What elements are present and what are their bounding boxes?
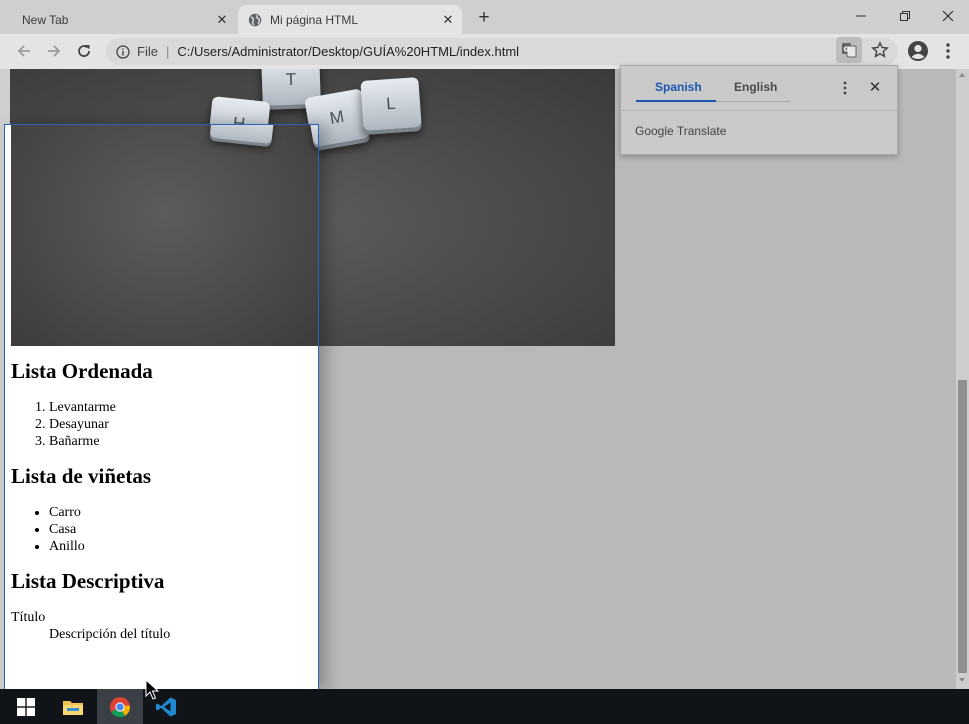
restore-button[interactable] [894, 5, 916, 27]
translate-page-button[interactable]: G [836, 37, 862, 63]
list-item: Desayunar [49, 416, 311, 433]
description-term: Título [11, 610, 46, 625]
browser-toolbar: File | C:/Users/Administrator/Desktop/GU… [0, 34, 969, 69]
mouse-cursor-icon [145, 679, 159, 700]
minimize-button[interactable] [850, 5, 872, 27]
scroll-up-arrow-icon[interactable] [959, 73, 965, 77]
translate-popup: Spanish English ✕ Google Translate [620, 65, 898, 155]
account-icon[interactable] [907, 40, 929, 62]
bullet-list-heading: Lista de viñetas [11, 464, 152, 488]
more-vert-icon[interactable] [941, 42, 955, 60]
close-icon [942, 10, 954, 22]
info-icon[interactable] [116, 44, 130, 59]
url-text[interactable]: C:/Users/Administrator/Desktop/GUÍA%20HT… [177, 44, 519, 59]
tab-new-tab[interactable]: New Tab ✕ [8, 5, 236, 34]
security-label: File [137, 44, 158, 59]
window-close-button[interactable] [937, 5, 959, 27]
hero-image [11, 125, 318, 346]
forward-button[interactable] [44, 41, 64, 61]
vertical-scrollbar[interactable] [956, 69, 969, 689]
file-explorer-icon [63, 700, 83, 715]
close-icon[interactable]: ✕ [214, 12, 230, 28]
document-content: Lista Ordenada Levantarme Desayunar Baña… [11, 359, 311, 643]
keycap [308, 125, 318, 147]
tab-strip: New Tab ✕ Mi página HTML ✕ + [0, 0, 969, 34]
list-item: Levantarme [49, 399, 311, 416]
selected-tab-indicator [636, 100, 716, 102]
svg-text:G: G [844, 46, 850, 54]
restore-icon [900, 11, 910, 21]
reload-button[interactable] [74, 41, 94, 61]
scroll-down-arrow-icon[interactable] [959, 678, 965, 682]
minimize-icon [856, 15, 866, 17]
start-button[interactable] [3, 689, 49, 724]
google-translate-label: Google Translate [635, 124, 727, 138]
new-tab-button[interactable]: + [474, 8, 494, 29]
globe-icon [248, 13, 262, 26]
divider [621, 110, 897, 111]
list-item: Casa [49, 521, 311, 538]
bullet-list: Carro Casa Anillo [49, 504, 311, 555]
list-item: Carro [49, 504, 311, 521]
arrow-right-icon [48, 45, 61, 57]
tab-spanish[interactable]: Spanish [655, 80, 702, 94]
tabs-divider [716, 101, 790, 102]
keycap [209, 125, 275, 145]
scroll-thumb[interactable] [958, 380, 967, 673]
address-bar[interactable]: File | C:/Users/Administrator/Desktop/GU… [106, 38, 898, 65]
reload-icon [78, 45, 90, 57]
taskbar-chrome[interactable] [97, 689, 143, 724]
description-list-heading: Lista Descriptiva [11, 569, 165, 593]
taskbar-file-explorer[interactable] [50, 689, 96, 724]
close-icon[interactable]: ✕ [440, 12, 456, 28]
star-icon[interactable] [871, 41, 889, 59]
translate-icon: G [842, 43, 857, 58]
list-item: Anillo [49, 538, 311, 555]
description-definition: Descripción del título [49, 627, 171, 642]
tab-title: New Tab [22, 12, 69, 27]
tab-mi-pagina-html[interactable]: Mi página HTML ✕ [238, 5, 462, 34]
ordered-list: Levantarme Desayunar Bañarme [49, 399, 311, 450]
tab-english[interactable]: English [734, 80, 777, 94]
page-preview-window[interactable]: Lista Ordenada Levantarme Desayunar Baña… [4, 124, 319, 690]
more-vert-icon[interactable] [839, 80, 851, 96]
list-item: Bañarme [49, 433, 311, 450]
description-list: Título Descripción del título [11, 609, 311, 643]
keycap: L [360, 77, 422, 131]
tab-title: Mi página HTML [270, 12, 359, 27]
ordered-list-heading: Lista Ordenada [11, 359, 153, 383]
back-button[interactable] [14, 41, 34, 61]
separator: | [165, 44, 170, 59]
arrow-left-icon [17, 45, 30, 57]
close-icon[interactable]: ✕ [867, 80, 883, 96]
windows-start-icon [17, 697, 35, 716]
chrome-icon [110, 696, 131, 717]
